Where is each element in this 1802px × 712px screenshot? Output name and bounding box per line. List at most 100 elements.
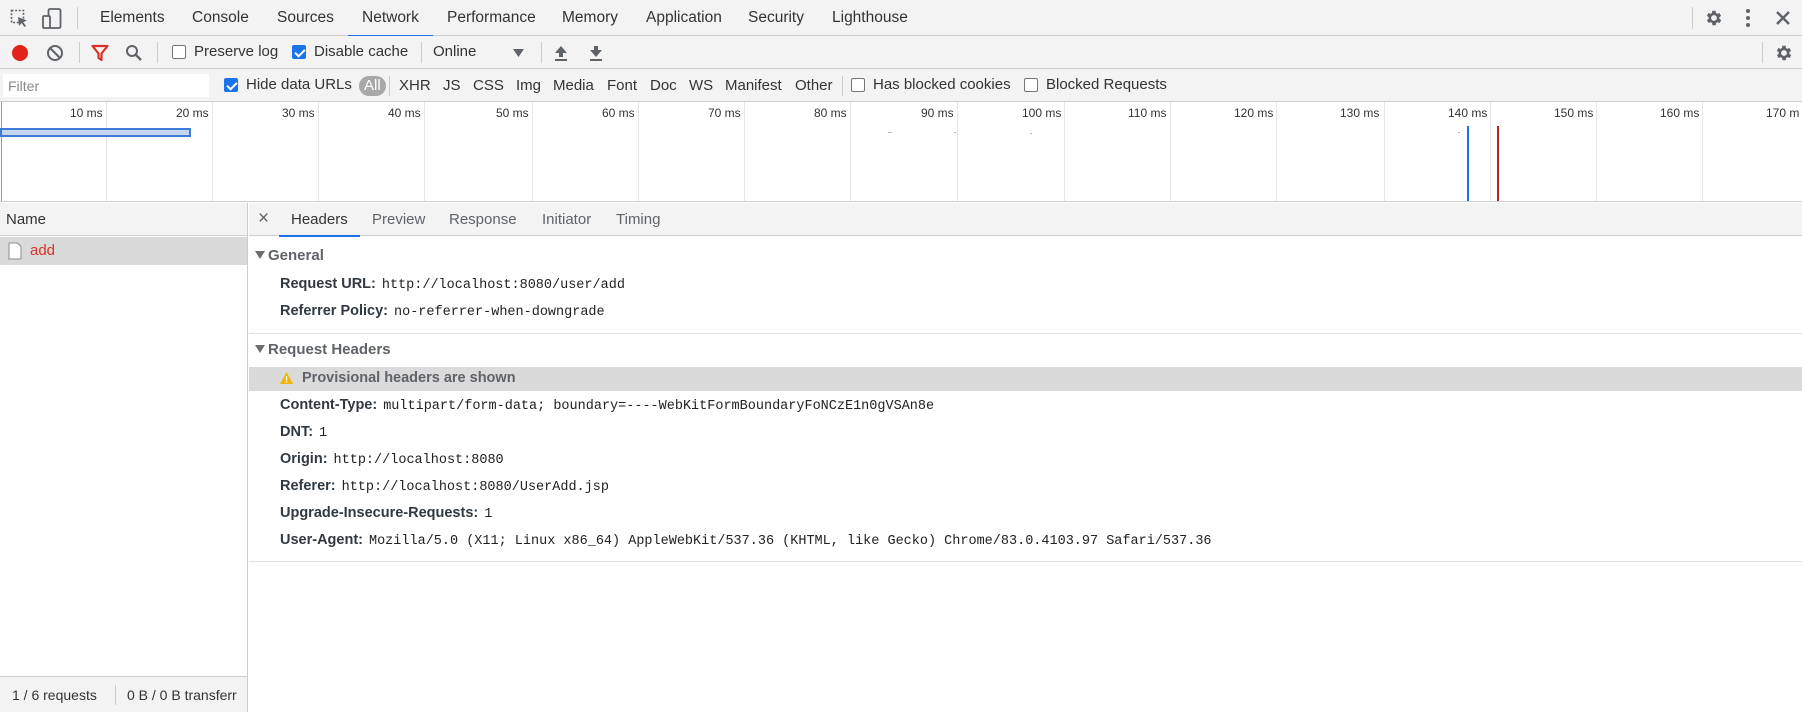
timeline-tick: 90 ms bbox=[921, 106, 954, 120]
filter-input[interactable] bbox=[3, 74, 209, 97]
blocked-requests-label: Blocked Requests bbox=[1046, 76, 1167, 93]
type-filter-media[interactable]: Media bbox=[553, 76, 594, 96]
timeline-tick: 140 ms bbox=[1448, 106, 1488, 120]
timeline-tick: 150 ms bbox=[1554, 106, 1594, 120]
request-header-row: Origin: http://localhost:8080 bbox=[280, 451, 504, 468]
device-toolbar-icon[interactable] bbox=[42, 8, 62, 30]
disable-cache-label: Disable cache bbox=[314, 43, 409, 60]
timeline-tick: 170 m bbox=[1766, 106, 1800, 120]
close-detail-button[interactable]: × bbox=[258, 208, 269, 230]
close-icon[interactable] bbox=[1775, 10, 1791, 26]
request-detail-panel: × Headers Preview Response Initiator Tim… bbox=[249, 203, 1802, 712]
detail-tab-bar: × Headers Preview Response Initiator Tim… bbox=[249, 203, 1802, 237]
type-filter-js[interactable]: JS bbox=[443, 76, 461, 96]
request-name: add bbox=[30, 242, 56, 259]
type-filter-font[interactable]: Font bbox=[607, 76, 637, 96]
type-filter-ws[interactable]: WS bbox=[689, 76, 713, 96]
name-column-header[interactable]: Name bbox=[0, 203, 247, 236]
tab-console[interactable]: Console bbox=[192, 0, 249, 36]
general-row: Referrer Policy: no-referrer-when-downgra… bbox=[280, 303, 605, 320]
expand-triangle-icon bbox=[255, 251, 265, 259]
gear-icon[interactable] bbox=[1704, 8, 1724, 28]
preserve-log-checkbox[interactable] bbox=[172, 45, 186, 59]
dom-content-loaded-marker bbox=[1467, 126, 1469, 201]
timeline-tick: 70 ms bbox=[708, 106, 741, 120]
upload-icon[interactable] bbox=[553, 44, 569, 62]
hide-data-urls-label: Hide data URLs bbox=[246, 76, 352, 93]
hide-data-urls-checkbox[interactable] bbox=[224, 78, 238, 92]
type-filter-other[interactable]: Other bbox=[795, 76, 833, 96]
request-row[interactable]: add bbox=[0, 237, 247, 265]
timeline-tick: 10 ms bbox=[70, 106, 103, 120]
timeline-overview[interactable]: 10 ms 20 ms 30 ms 40 ms 50 ms 60 ms 70 m… bbox=[0, 102, 1802, 202]
tab-headers[interactable]: Headers bbox=[279, 203, 360, 237]
provisional-headers-warning: Provisional headers are shown bbox=[249, 367, 1802, 391]
search-icon[interactable] bbox=[125, 44, 143, 62]
transferred-size: 0 B / 0 B transferr bbox=[127, 687, 237, 703]
type-filter-all[interactable]: All bbox=[359, 76, 386, 96]
network-settings-gear-icon[interactable] bbox=[1774, 43, 1794, 63]
has-blocked-cookies-checkbox[interactable] bbox=[851, 78, 865, 92]
filter-bar: Hide data URLs All XHR JS CSS Img Media … bbox=[0, 69, 1802, 102]
timeline-tick: 50 ms bbox=[496, 106, 529, 120]
tab-elements[interactable]: Elements bbox=[100, 0, 165, 36]
devtools-tab-bar: Elements Console Sources Network Perform… bbox=[0, 0, 1802, 37]
tab-timing[interactable]: Timing bbox=[616, 203, 660, 236]
timeline-tick: 30 ms bbox=[282, 106, 315, 120]
disable-cache-checkbox[interactable] bbox=[292, 45, 306, 59]
blocked-requests-checkbox[interactable] bbox=[1024, 78, 1038, 92]
timeline-dot bbox=[954, 132, 956, 133]
request-header-row: DNT: 1 bbox=[280, 424, 328, 441]
type-filter-manifest[interactable]: Manifest bbox=[725, 76, 782, 96]
load-event-marker bbox=[1497, 126, 1499, 201]
has-blocked-cookies-label: Has blocked cookies bbox=[873, 76, 1011, 93]
network-toolbar: Preserve log Disable cache Online bbox=[0, 36, 1802, 69]
request-header-row: Referer: http://localhost:8080/UserAdd.js… bbox=[280, 478, 609, 495]
general-section-toggle[interactable]: General bbox=[255, 247, 324, 264]
preserve-log-label: Preserve log bbox=[194, 43, 279, 60]
tab-memory[interactable]: Memory bbox=[562, 0, 618, 36]
throttling-select[interactable]: Online bbox=[433, 40, 529, 64]
timeline-tick: 60 ms bbox=[602, 106, 635, 120]
type-filter-xhr[interactable]: XHR bbox=[399, 76, 431, 96]
download-icon[interactable] bbox=[588, 44, 604, 62]
request-list-panel: Name add 1 / 6 requests 0 B / 0 B transf… bbox=[0, 203, 248, 712]
type-filter-doc[interactable]: Doc bbox=[650, 76, 677, 96]
tab-response[interactable]: Response bbox=[449, 203, 517, 236]
clear-icon[interactable] bbox=[46, 44, 64, 62]
tab-lighthouse[interactable]: Lighthouse bbox=[832, 0, 908, 36]
record-icon[interactable] bbox=[11, 44, 29, 62]
timeline-dot bbox=[1030, 133, 1032, 134]
timeline-tick: 110 ms bbox=[1128, 106, 1167, 120]
tab-application[interactable]: Application bbox=[646, 0, 722, 36]
type-filter-img[interactable]: Img bbox=[516, 76, 541, 96]
tab-sources[interactable]: Sources bbox=[277, 0, 334, 36]
timeline-tick: 40 ms bbox=[388, 106, 421, 120]
timeline-request-bar bbox=[0, 128, 191, 137]
document-icon bbox=[8, 242, 22, 260]
request-header-row: Content-Type: multipart/form-data; bounda… bbox=[280, 397, 935, 414]
timeline-tick: 20 ms bbox=[176, 106, 209, 120]
request-headers-section-toggle[interactable]: Request Headers bbox=[255, 341, 391, 358]
timeline-dot bbox=[888, 132, 892, 133]
request-header-row: User-Agent: Mozilla/5.0 (X11; Linux x86_6… bbox=[280, 532, 1212, 549]
timeline-tick: 130 ms bbox=[1340, 106, 1380, 120]
tab-initiator[interactable]: Initiator bbox=[542, 203, 591, 236]
type-filter-css[interactable]: CSS bbox=[473, 76, 504, 96]
tab-performance[interactable]: Performance bbox=[447, 0, 536, 36]
timeline-tick: 100 ms bbox=[1022, 106, 1062, 120]
vertical-dots-icon[interactable] bbox=[1741, 8, 1755, 28]
timeline-tick: 120 ms bbox=[1234, 106, 1274, 120]
warning-icon bbox=[280, 372, 293, 384]
chevron-down-icon bbox=[513, 49, 524, 57]
tab-security[interactable]: Security bbox=[748, 0, 804, 36]
request-count: 1 / 6 requests bbox=[12, 687, 97, 703]
inspect-element-icon[interactable] bbox=[10, 9, 30, 29]
funnel-icon[interactable] bbox=[91, 44, 109, 62]
tab-preview[interactable]: Preview bbox=[372, 203, 425, 236]
tab-network[interactable]: Network bbox=[348, 0, 433, 37]
timeline-tick: 80 ms bbox=[814, 106, 847, 120]
timeline-tick: 160 ms bbox=[1660, 106, 1700, 120]
expand-triangle-icon bbox=[255, 345, 265, 353]
general-row: Request URL: http://localhost:8080/user/a… bbox=[280, 276, 625, 293]
